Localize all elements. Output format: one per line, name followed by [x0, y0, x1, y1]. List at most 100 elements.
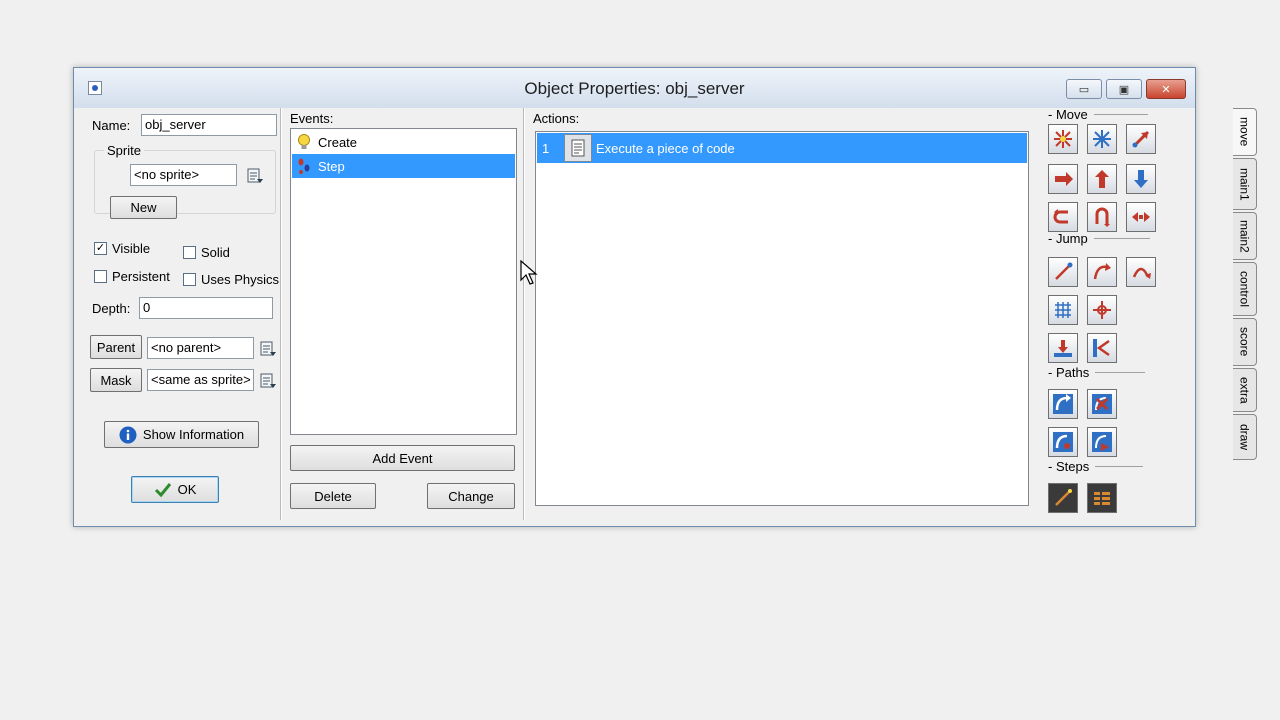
event-label: Create	[318, 134, 358, 150]
reverse-vertical-icon[interactable]	[1087, 202, 1117, 232]
tab-control[interactable]: control	[1233, 262, 1257, 316]
tab-draw[interactable]: draw	[1233, 414, 1257, 460]
end-path-icon[interactable]	[1087, 389, 1117, 419]
tab-label: main2	[1237, 219, 1252, 253]
palette-section-paths: - Paths	[1048, 365, 1146, 380]
tab-main2[interactable]: main2	[1233, 212, 1257, 260]
title-bar[interactable]: Object Properties: obj_server ▭ ▣ ✕	[74, 68, 1195, 108]
tab-extra[interactable]: extra	[1233, 368, 1257, 412]
section-label: Move	[1055, 107, 1088, 122]
actions-label: Actions:	[533, 111, 580, 126]
tab-label: score	[1237, 327, 1252, 357]
tab-label: extra	[1237, 376, 1252, 404]
mask-button[interactable]: Mask	[90, 368, 142, 392]
sprite-menu-icon[interactable]	[247, 168, 263, 184]
wrap-screen-icon[interactable]	[1087, 295, 1117, 325]
ok-button[interactable]: OK	[131, 476, 219, 503]
jump-random-icon[interactable]	[1126, 257, 1156, 287]
event-item-create[interactable]: Create	[292, 130, 515, 154]
window-content: Name: obj_server Sprite <no sprite> New …	[74, 107, 1257, 526]
action-palette: - Move - Jump - Paths - Steps	[1044, 107, 1162, 520]
object-properties-window: Object Properties: obj_server ▭ ▣ ✕ Name…	[73, 67, 1257, 527]
parent-menu-icon[interactable]	[260, 341, 276, 357]
lightbulb-icon	[298, 134, 310, 149]
window-title: Object Properties: obj_server	[524, 79, 745, 98]
section-label: Jump	[1055, 231, 1088, 246]
tab-label: draw	[1237, 423, 1252, 450]
info-icon	[119, 426, 137, 443]
tab-main1[interactable]: main1	[1233, 158, 1257, 210]
sprite-field[interactable]: <no sprite>	[130, 164, 237, 186]
show-information-button[interactable]: Show Information	[104, 421, 259, 448]
footsteps-icon	[298, 158, 310, 174]
events-list[interactable]: Create Step	[290, 128, 517, 435]
name-field[interactable]: obj_server	[141, 114, 277, 136]
parent-field[interactable]: <no parent>	[147, 337, 254, 359]
solid-checkbox[interactable]	[183, 246, 196, 259]
uses-physics-label: Uses Physics	[201, 272, 280, 287]
mask-menu-icon[interactable]	[260, 373, 276, 389]
move-fixed-red-icon[interactable]	[1048, 124, 1078, 154]
bounce-icon[interactable]	[1087, 333, 1117, 363]
depth-label: Depth:	[92, 301, 131, 316]
section-label: Steps	[1055, 459, 1090, 474]
move-to-contact-icon[interactable]	[1048, 333, 1078, 363]
set-friction-icon[interactable]	[1126, 202, 1156, 232]
action-label: Execute a piece of code	[596, 140, 735, 156]
code-page-icon	[564, 134, 592, 162]
move-towards-icon[interactable]	[1126, 124, 1156, 154]
section-label: Paths	[1055, 365, 1090, 380]
actions-list[interactable]: 1 Execute a piece of code	[535, 131, 1029, 506]
path-position-icon[interactable]	[1048, 427, 1078, 457]
add-event-button[interactable]: Add Event	[290, 445, 515, 471]
tab-move[interactable]: move	[1233, 108, 1257, 156]
mask-field[interactable]: <same as sprite>	[147, 369, 254, 391]
jump-to-position-icon[interactable]	[1048, 257, 1078, 287]
action-row[interactable]: 1 Execute a piece of code	[537, 133, 1027, 163]
checkmark-icon	[154, 482, 171, 497]
ok-label: OK	[177, 482, 197, 497]
palette-section-jump: - Jump	[1048, 231, 1150, 246]
speed-horizontal-icon[interactable]	[1048, 164, 1078, 194]
sprite-group-label: Sprite	[104, 143, 144, 158]
reverse-horizontal-icon[interactable]	[1048, 202, 1078, 232]
close-button[interactable]: ✕	[1146, 79, 1186, 99]
event-label: Step	[318, 158, 345, 174]
palette-section-steps: - Steps	[1048, 459, 1144, 474]
tab-label: move	[1237, 117, 1252, 147]
jump-to-start-icon[interactable]	[1087, 257, 1117, 287]
set-path-icon[interactable]	[1048, 389, 1078, 419]
speed-vertical-icon[interactable]	[1087, 164, 1117, 194]
tab-label: control	[1237, 270, 1252, 308]
path-speed-icon[interactable]	[1087, 427, 1117, 457]
event-item-step[interactable]: Step	[292, 154, 515, 178]
change-event-button[interactable]: Change	[427, 483, 515, 509]
depth-field[interactable]: 0	[139, 297, 273, 319]
delete-event-button[interactable]: Delete	[290, 483, 376, 509]
step-towards-icon[interactable]	[1048, 483, 1078, 513]
persistent-label: Persistent	[112, 269, 170, 284]
new-sprite-button[interactable]: New	[110, 196, 177, 219]
solid-label: Solid	[201, 245, 230, 260]
events-divider	[523, 108, 525, 520]
events-label: Events:	[290, 111, 334, 126]
left-divider	[280, 108, 282, 520]
show-information-label: Show Information	[142, 427, 245, 442]
visible-label: Visible	[112, 241, 151, 256]
tab-label: main1	[1237, 167, 1252, 201]
align-to-grid-icon[interactable]	[1048, 295, 1078, 325]
gravity-icon[interactable]	[1126, 164, 1156, 194]
action-index: 1	[542, 140, 550, 156]
name-label: Name:	[92, 118, 131, 133]
palette-section-move: - Move	[1048, 107, 1148, 122]
parent-button[interactable]: Parent	[90, 335, 142, 359]
step-avoiding-icon[interactable]	[1087, 483, 1117, 513]
move-free-blue-icon[interactable]	[1087, 124, 1117, 154]
visible-checkbox[interactable]: ✓	[94, 242, 107, 255]
uses-physics-checkbox[interactable]	[183, 273, 196, 286]
minimize-button[interactable]: ▭	[1066, 79, 1102, 99]
tab-score[interactable]: score	[1233, 318, 1257, 366]
maximize-button[interactable]: ▣	[1106, 79, 1142, 99]
mouse-cursor-icon	[520, 259, 538, 289]
persistent-checkbox[interactable]	[94, 270, 107, 283]
